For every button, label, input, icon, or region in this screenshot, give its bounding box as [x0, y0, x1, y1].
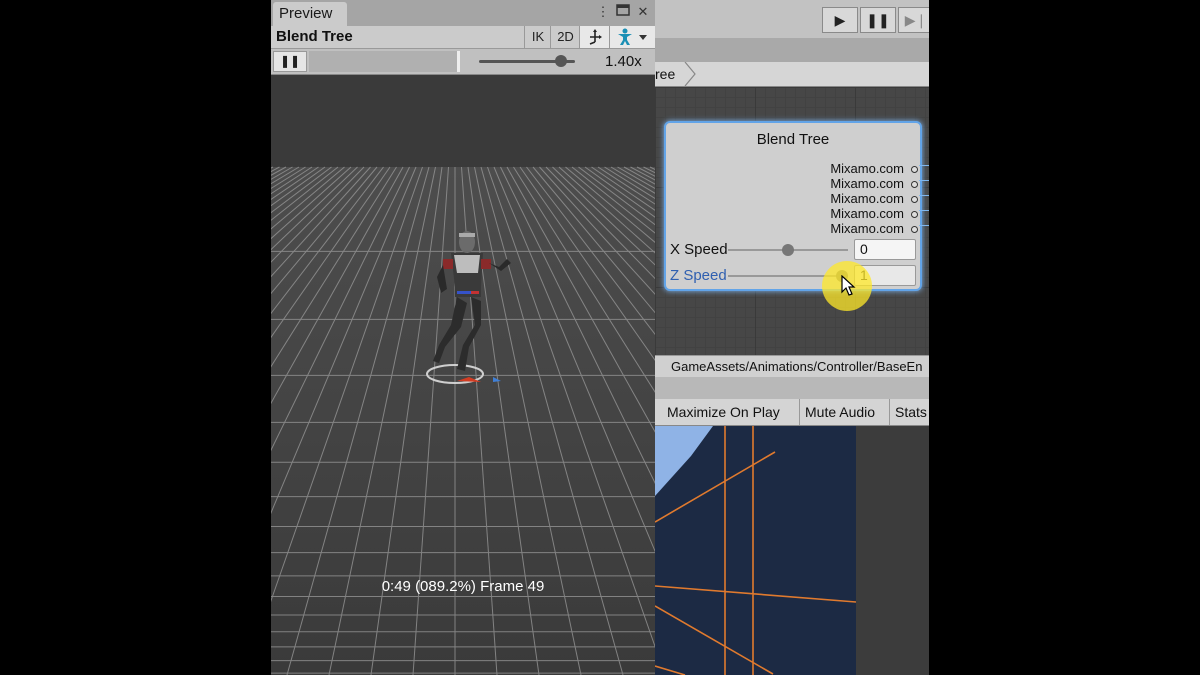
- game-toolbar: Maximize On Play Mute Audio Stats: [655, 399, 929, 426]
- x-speed-slider-thumb[interactable]: [782, 244, 794, 256]
- breadcrumb-chevron-icon: [684, 62, 696, 86]
- preview-tabbar: Preview ⋮ ✕: [271, 0, 655, 26]
- preview-playbar: ❚❚ 1.40x: [271, 49, 655, 75]
- maximize-icon[interactable]: [615, 4, 631, 20]
- play-toolbar: ▶ ❚❚ ▶❘: [655, 0, 929, 38]
- game-tabbar: [655, 377, 929, 399]
- step-icon[interactable]: ▶❘: [898, 7, 929, 33]
- maximize-on-play-toggle[interactable]: Maximize On Play: [662, 399, 785, 425]
- preview-title: Blend Tree: [276, 28, 353, 45]
- pivot-icon[interactable]: [579, 26, 610, 48]
- node-title: Blend Tree: [756, 131, 830, 148]
- transition-line: [919, 195, 929, 196]
- preview-header: Blend Tree IK 2D: [271, 26, 655, 49]
- asset-path: GameAssets/Animations/Controller/BaseEn: [671, 359, 923, 374]
- stats-toggle[interactable]: Stats: [889, 399, 929, 425]
- asset-path-bar: GameAssets/Animations/Controller/BaseEn: [655, 355, 929, 378]
- mute-audio-toggle[interactable]: Mute Audio: [799, 399, 880, 425]
- play-icon[interactable]: ▶: [822, 7, 858, 33]
- motion-label: Mixamo.com: [830, 161, 904, 176]
- motion-label: Mixamo.com: [830, 206, 904, 221]
- x-speed-label: X Speed: [670, 241, 728, 258]
- motion-label: Mixamo.com: [830, 176, 904, 191]
- motion-label: Mixamo.com: [830, 191, 904, 206]
- editor-right-area: ▶ ❚❚ ▶❘ ree Blend Tree Mixamo.com Mixamo…: [655, 0, 929, 675]
- avatar-icon[interactable]: [609, 26, 655, 48]
- preview-panel: Preview ⋮ ✕ Blend Tree IK 2D ❚❚ 1.40x 0:…: [271, 0, 655, 675]
- motion-port-icon[interactable]: [911, 196, 918, 203]
- motion-port-icon[interactable]: [911, 211, 918, 218]
- more-vert-icon[interactable]: ⋮: [595, 4, 611, 20]
- toolbar-strip: [655, 38, 929, 62]
- x-speed-input[interactable]: 0: [854, 239, 916, 260]
- pause-icon[interactable]: ❚❚: [860, 7, 896, 33]
- ik-toggle[interactable]: IK: [524, 26, 551, 48]
- preview-timeline[interactable]: [309, 51, 460, 72]
- 2d-toggle[interactable]: 2D: [550, 26, 580, 48]
- preview-tab[interactable]: Preview: [273, 2, 347, 26]
- motion-port-icon[interactable]: [911, 226, 918, 233]
- motion-port-icon[interactable]: [911, 166, 918, 173]
- transition-line: [919, 225, 929, 226]
- breadcrumb-item[interactable]: ree: [655, 62, 675, 86]
- game-view-margin: [856, 426, 929, 675]
- pause-icon[interactable]: ❚❚: [273, 51, 307, 72]
- transition-line: [919, 165, 929, 166]
- speed-label: 1.40x: [605, 53, 642, 70]
- z-speed-label: Z Speed: [670, 267, 727, 284]
- mouse-cursor-icon: [841, 275, 856, 296]
- frame-label: 0:49 (089.2%) Frame 49: [381, 578, 545, 595]
- transition-line: [919, 210, 929, 211]
- motion-port-icon[interactable]: [911, 181, 918, 188]
- close-icon[interactable]: ✕: [635, 4, 651, 20]
- motion-label: Mixamo.com: [830, 221, 904, 236]
- game-view[interactable]: [655, 426, 856, 675]
- breadcrumb: ree: [655, 62, 929, 87]
- transition-line: [919, 180, 929, 181]
- speed-slider-thumb[interactable]: [554, 55, 567, 67]
- blend-tree-node[interactable]: Blend Tree Mixamo.com Mixamo.com Mixamo.…: [664, 121, 922, 291]
